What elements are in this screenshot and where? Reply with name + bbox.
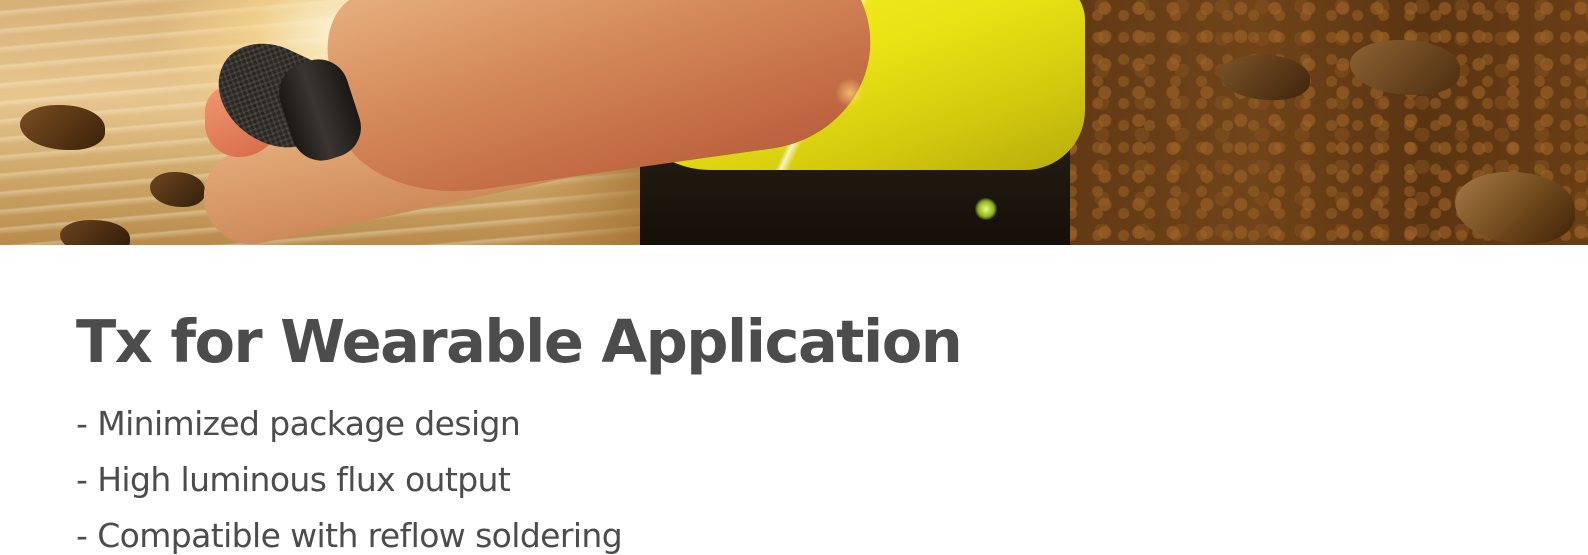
- page: Tx for Wearable Application - Minimized …: [0, 0, 1588, 555]
- hero-banner-image: [0, 0, 1588, 245]
- feature-item: - Compatible with reflow soldering: [76, 516, 623, 555]
- feature-item: - Minimized package design: [76, 404, 521, 443]
- feature-item: - High luminous flux output: [76, 460, 511, 499]
- lens-flare: [975, 198, 997, 220]
- page-title: Tx for Wearable Application: [76, 307, 963, 376]
- lens-flare: [835, 78, 865, 108]
- content-section: Tx for Wearable Application - Minimized …: [76, 305, 1516, 555]
- feature-list: - Minimized package design - High lumino…: [76, 396, 1516, 555]
